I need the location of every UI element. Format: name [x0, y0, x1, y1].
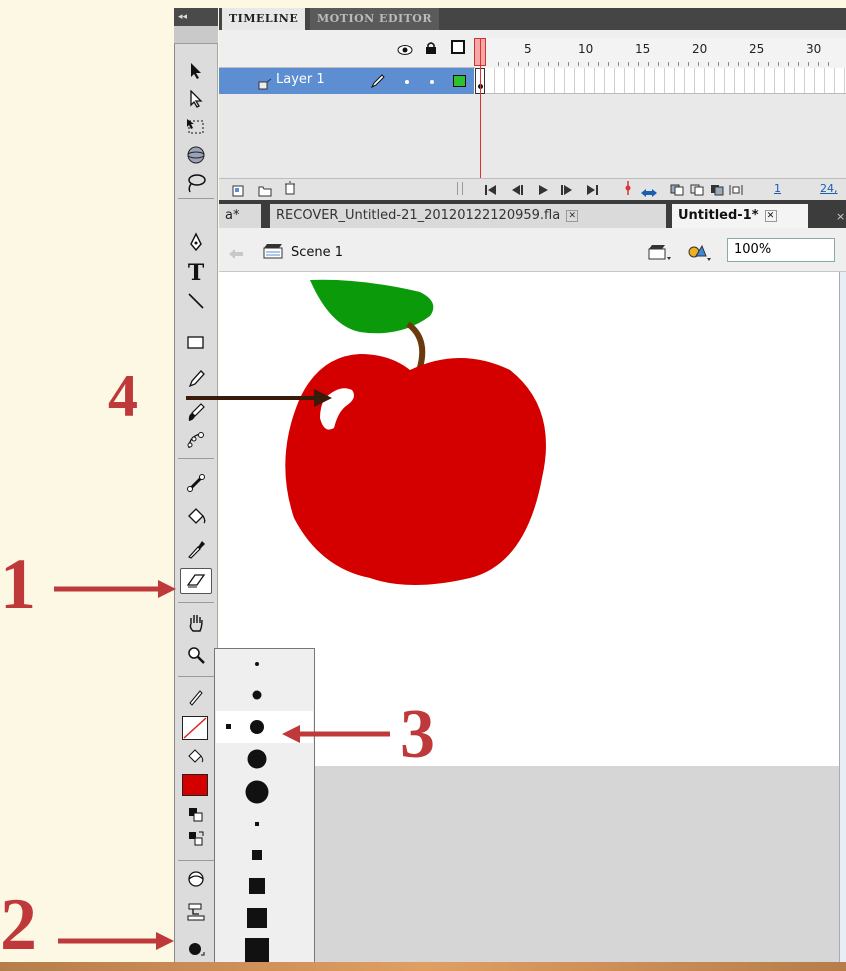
vertical-scrollbar[interactable] — [839, 272, 846, 971]
annotation-2: 2 — [0, 884, 37, 966]
eraser-tool-icon[interactable] — [180, 568, 212, 594]
edit-scene-icon[interactable] — [648, 243, 672, 265]
onion-outline-icon[interactable] — [690, 181, 704, 200]
timeline-empty-area — [219, 94, 846, 178]
lock-icon[interactable] — [424, 40, 438, 59]
edit-multiple-icon[interactable] — [710, 181, 724, 200]
onion-markers-icon[interactable] — [729, 181, 743, 200]
close-icon[interactable]: ✕ — [764, 209, 777, 222]
bone-tool-icon[interactable] — [180, 470, 212, 496]
selection-tool-icon[interactable] — [180, 58, 212, 84]
annotation-3: 3 — [400, 696, 435, 773]
3d-rotation-tool-icon[interactable] — [180, 142, 212, 168]
stroke-color-icon[interactable] — [180, 684, 212, 710]
tab-motion-editor[interactable]: MOTION EDITOR — [310, 8, 440, 30]
ruler-frame-15: 15 — [635, 42, 651, 56]
visibility-dot[interactable] — [405, 80, 409, 84]
faucet-icon[interactable] — [180, 898, 212, 924]
fill-color-icon[interactable] — [180, 744, 212, 770]
onion-skin-icon[interactable] — [670, 181, 684, 200]
text-tool-icon[interactable]: T — [180, 260, 212, 286]
tab-active-doc-label: Untitled-1* — [678, 208, 759, 223]
step-forward-icon[interactable] — [560, 181, 574, 200]
scene-icon — [263, 243, 283, 263]
ruler-frame-10: 10 — [578, 42, 594, 56]
zoom-tool-icon[interactable] — [180, 642, 212, 668]
pen-tool-icon[interactable] — [180, 230, 212, 256]
layer-name[interactable]: Layer 1 — [276, 72, 325, 87]
ruler-frame-25: 25 — [749, 42, 765, 56]
black-white-icon[interactable] — [180, 802, 212, 828]
ruler-frame-5: 5 — [524, 42, 532, 56]
eraser-mode-icon[interactable] — [180, 866, 212, 892]
layer-outline-color[interactable] — [453, 75, 466, 87]
annotation-4: 4 — [108, 363, 138, 429]
eraser-size-options[interactable] — [216, 650, 313, 968]
subselection-tool-icon[interactable] — [180, 86, 212, 112]
tools-grip[interactable] — [174, 26, 218, 44]
scene-label[interactable]: Scene 1 — [291, 245, 343, 260]
step-back-icon[interactable] — [510, 181, 524, 200]
tab-timeline[interactable]: TIMELINE — [222, 8, 306, 30]
annotation-1: 1 — [0, 544, 36, 624]
annotation-arrow-3 — [282, 725, 390, 743]
new-folder-icon[interactable] — [258, 182, 272, 201]
annotation-arrow-1 — [54, 580, 176, 598]
current-frame-readout[interactable]: 1 — [774, 182, 781, 195]
tab-recover-doc[interactable]: RECOVER_Untitled-21_20120122120959.fla ✕ — [270, 204, 666, 228]
eyedropper-tool-icon[interactable] — [180, 536, 212, 562]
go-last-icon[interactable] — [585, 181, 599, 200]
apple-leaf — [310, 279, 434, 334]
center-frame-icon[interactable] — [624, 180, 632, 199]
tabs-overflow-icon[interactable]: × — [836, 210, 845, 223]
eye-icon[interactable] — [397, 41, 413, 60]
tab-active-doc[interactable]: Untitled-1* ✕ — [672, 204, 808, 228]
stroke-color-swatch[interactable] — [182, 716, 208, 740]
outline-icon[interactable] — [451, 40, 465, 54]
frames-row[interactable] — [475, 68, 846, 94]
splitter-handle[interactable] — [457, 182, 463, 195]
rectangle-tool-icon[interactable] — [180, 330, 212, 356]
bottom-decoration — [0, 962, 846, 971]
layer-icon — [258, 75, 272, 94]
playhead[interactable] — [480, 38, 481, 178]
tab-previous-doc[interactable]: a*✕ — [219, 204, 261, 246]
play-icon[interactable] — [537, 181, 549, 200]
apple-artwork[interactable] — [280, 278, 550, 588]
fill-color-swatch[interactable] — [182, 774, 208, 796]
new-layer-icon[interactable] — [232, 182, 244, 201]
line-tool-icon[interactable] — [180, 288, 212, 314]
pencil-icon — [370, 73, 386, 93]
swap-colors-icon[interactable] — [180, 826, 212, 852]
ruler-ticks — [498, 62, 838, 66]
lasso-tool-icon[interactable] — [180, 170, 212, 196]
trash-icon[interactable] — [284, 180, 296, 199]
paint-bucket-tool-icon[interactable] — [180, 504, 212, 530]
back-arrow-icon[interactable] — [228, 245, 244, 264]
annotation-arrow-4 — [186, 389, 332, 407]
zoom-field[interactable]: 100% — [727, 238, 835, 262]
timeline-footer — [219, 178, 846, 200]
edit-symbols-icon[interactable] — [686, 242, 712, 266]
free-transform-tool-icon[interactable] — [180, 114, 212, 140]
lock-dot[interactable] — [430, 80, 434, 84]
hand-tool-icon[interactable] — [180, 610, 212, 636]
tab-recover-doc-label: RECOVER_Untitled-21_20120122120959.fla — [276, 208, 561, 223]
tab-previous-doc-label: a* — [225, 208, 240, 223]
ruler-frame-30: 30 — [806, 42, 822, 56]
go-first-icon[interactable] — [484, 181, 498, 200]
ruler-frame-20: 20 — [692, 42, 708, 56]
frame-rate-readout[interactable]: 24, — [820, 182, 838, 195]
annotation-arrow-2 — [58, 932, 174, 950]
deco-tool-icon[interactable] — [180, 428, 212, 454]
tools-collapse-button[interactable]: ◂◂ — [174, 8, 218, 26]
close-icon[interactable]: ✕ — [566, 209, 579, 222]
eraser-shape-icon[interactable] — [180, 936, 212, 962]
